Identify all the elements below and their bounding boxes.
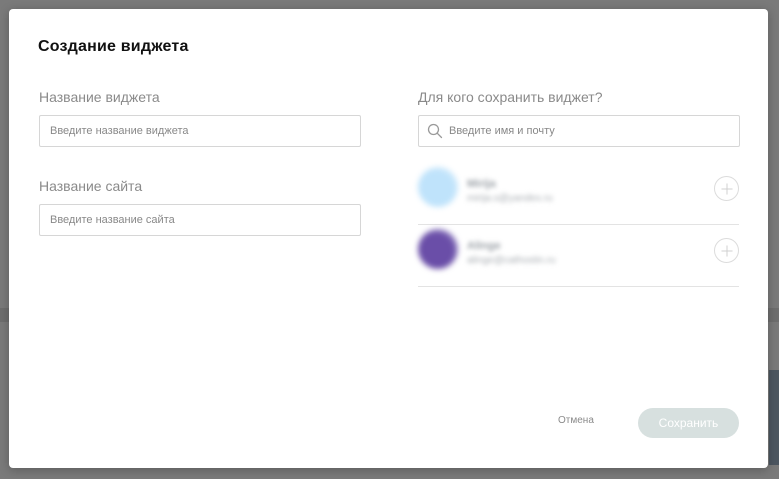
- save-button[interactable]: Сохранить: [638, 408, 739, 438]
- backdrop-page-edge: [769, 370, 779, 465]
- site-name-input[interactable]: [39, 204, 361, 236]
- cancel-button[interactable]: Отмена: [558, 415, 594, 426]
- add-user-button[interactable]: [714, 176, 739, 201]
- create-widget-modal: Создание виджета Название виджета Назван…: [9, 9, 768, 468]
- user-list: Mirija mirija.s@yandex.ru Alinge alinge@…: [418, 163, 739, 287]
- user-name: Mirija: [467, 178, 496, 190]
- user-row: Mirija mirija.s@yandex.ru: [418, 163, 739, 225]
- user-row: Alinge alinge@cathostin.ru: [418, 225, 739, 287]
- widget-name-input[interactable]: [39, 115, 361, 147]
- avatar: [418, 167, 458, 207]
- avatar: [418, 229, 458, 269]
- modal-title: Создание виджета: [38, 38, 189, 55]
- user-email: alinge@cathostin.ru: [467, 255, 556, 266]
- share-label: Для кого сохранить виджет?: [418, 89, 603, 105]
- user-search-input[interactable]: [449, 116, 735, 146]
- user-search-field[interactable]: [418, 115, 740, 147]
- add-user-button[interactable]: [714, 238, 739, 263]
- user-email: mirija.s@yandex.ru: [467, 193, 553, 204]
- site-name-label: Название сайта: [39, 178, 143, 194]
- user-name: Alinge: [467, 240, 501, 252]
- search-icon: [427, 123, 443, 139]
- widget-name-label: Название виджета: [39, 89, 160, 105]
